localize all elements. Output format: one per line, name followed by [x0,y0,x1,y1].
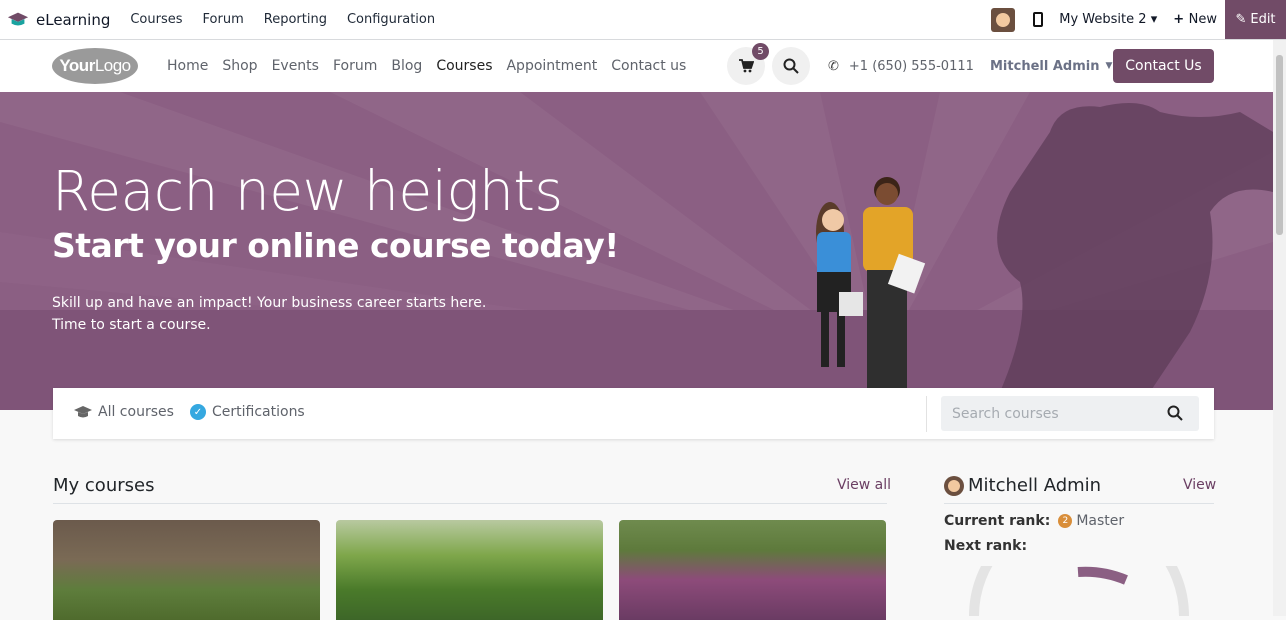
site-logo[interactable]: Your Logo [52,48,138,84]
nav-contact-us[interactable]: Contact us [611,58,686,74]
odoo-navbar: eLearning Courses Forum Reporting Config… [0,0,1286,40]
cart-button[interactable]: 5 [727,43,769,85]
course-card-gardening-tools[interactable] [53,520,320,620]
nav-appointment[interactable]: Appointment [506,58,597,74]
website-header: Your Logo Home Shop Events Forum Blog Cou… [0,40,1273,92]
divider [944,503,1214,504]
tab-certifications[interactable]: ✓ Certifications [190,404,305,420]
divider [926,396,927,432]
phone-number: +1 (650) 555-0111 [848,58,974,74]
hero-subtitle: Start your online course today! [52,226,619,265]
user-name: Mitchell Admin [990,58,1100,74]
next-rank-label: Next rank: [944,538,1028,554]
search-icon [783,58,799,74]
search-courses-input[interactable] [952,405,1152,422]
edit-label: Edit [1250,12,1276,27]
nav-events[interactable]: Events [272,58,319,74]
medal-icon: 2 [1058,514,1073,528]
view-all-link[interactable]: View all [837,477,891,493]
pencil-icon: ✎ [1235,12,1247,27]
website-switcher[interactable]: My Website 2 ▾ [1059,12,1157,27]
mobile-preview-icon[interactable] [1033,12,1044,27]
user-avatar[interactable] [991,7,1016,32]
user-menu[interactable]: Mitchell Admin ▼ [990,40,1112,92]
avatar [944,475,964,496]
cart-icon [738,59,754,73]
current-rank-label: Current rank: [944,513,1051,529]
my-courses-heading: My courses [53,475,155,496]
hero-line-2: Time to start a course. [52,317,211,333]
hero-text: Skill up and have an impact! Your busine… [52,292,486,336]
website-name: My Website 2 [1059,12,1147,27]
main-nav: Home Shop Events Forum Blog Courses Appo… [167,40,700,92]
cart-count-badge: 5 [752,43,769,60]
contact-us-button[interactable]: Contact Us [1113,49,1214,83]
hero-banner: Reach new heights Start your online cour… [0,92,1273,410]
graduation-cap-icon [74,406,92,418]
menu-forum[interactable]: Forum [203,12,244,27]
nav-shop[interactable]: Shop [222,58,257,74]
search-icon[interactable] [1167,405,1183,421]
profile-view-link[interactable]: View [1183,477,1216,493]
new-label: New [1188,12,1217,27]
hero-title: Reach new heights [52,159,563,223]
menu-courses[interactable]: Courses [130,12,182,27]
hero-line-1: Skill up and have an impact! Your busine… [52,295,487,311]
menu-reporting[interactable]: Reporting [264,12,327,27]
edit-button[interactable]: ✎ Edit [1225,0,1286,39]
logo-part-2: Logo [94,56,131,75]
current-rank-value: Master [1076,513,1125,529]
course-filter-bar: All courses ✓ Certifications [53,388,1214,439]
scrollbar-thumb[interactable] [1276,55,1283,235]
caret-down-icon: ▼ [1105,61,1113,71]
tab-all-courses-label: All courses [98,404,174,420]
page-scrollbar[interactable] [1273,40,1286,616]
course-search [941,396,1199,431]
menu-configuration[interactable]: Configuration [347,12,435,27]
course-card-plants[interactable] [336,520,603,620]
next-rank-row: Next rank: [944,538,1035,554]
profile-name: Mitchell Admin [968,475,1102,496]
nav-blog[interactable]: Blog [391,58,422,74]
profile-header: Mitchell Admin [944,475,1101,496]
tab-certifications-label: Certifications [212,404,305,420]
nav-home[interactable]: Home [167,58,208,74]
tab-all-courses[interactable]: All courses [74,404,174,420]
current-rank-row: Current rank: 2 Master [944,513,1124,529]
logo-part-1: Your [59,56,95,75]
course-card-flowers[interactable] [619,520,886,620]
app-brand[interactable]: eLearning [0,0,130,39]
graduation-cap-icon [7,12,29,25]
people-illustration [816,177,926,388]
divider [53,503,887,504]
phone-link[interactable]: ✆ +1 (650) 555-0111 [828,40,974,92]
rank-progress-ring [969,566,1189,616]
new-button[interactable]: + New [1173,12,1217,27]
nav-forum[interactable]: Forum [333,58,377,74]
app-name: eLearning [36,10,111,29]
phone-icon: ✆ [828,58,839,74]
search-button[interactable] [772,47,810,85]
nav-courses[interactable]: Courses [436,58,492,74]
certification-check-icon: ✓ [190,404,206,420]
caret-down-icon: ▾ [1150,12,1158,27]
